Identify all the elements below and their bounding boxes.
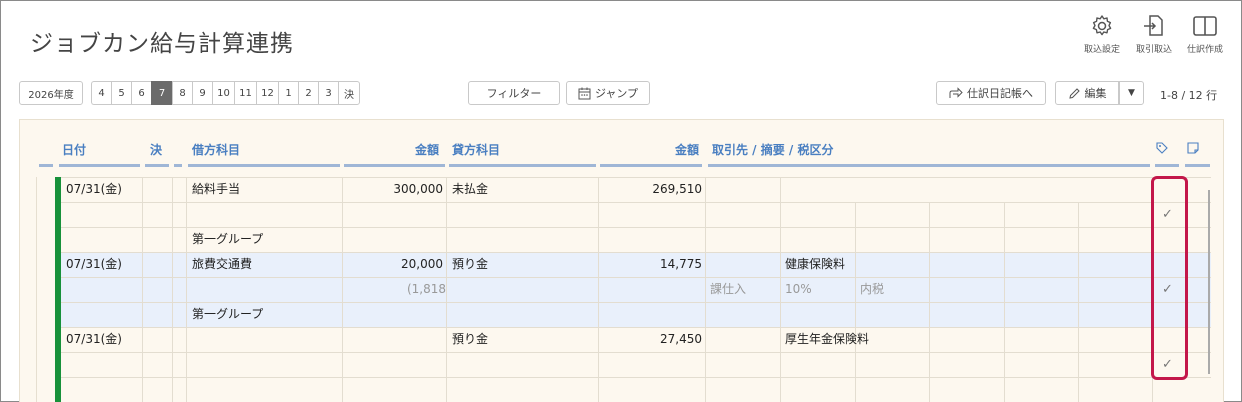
page-title: ジョブカン給与計算連携 (30, 31, 294, 57)
grid-line (61, 277, 1211, 278)
month-tab-2[interactable]: 2 (298, 81, 318, 105)
grid-line (61, 377, 1211, 378)
import-settings-label: 取込設定 (1083, 45, 1120, 55)
credit-account[interactable]: 預り金 (452, 327, 488, 352)
grid-line (446, 177, 447, 402)
credit-amount[interactable]: 27,450 (598, 327, 702, 352)
tax-inclusion[interactable]: 内税 (860, 277, 884, 302)
calendar-icon (578, 87, 591, 99)
highlight-box (1151, 176, 1188, 380)
journal-book-label: 仕訳日記帳へ (967, 87, 1033, 100)
fiscal-year-button[interactable]: 2026年度 (19, 81, 83, 105)
columns-icon (1193, 16, 1217, 36)
col-header-credit-amount: 金額 (675, 143, 700, 157)
journal-book-button[interactable]: 仕訳日記帳へ (936, 81, 1046, 105)
credit-amount[interactable]: 14,775 (598, 252, 702, 277)
table-row (61, 277, 1211, 302)
grid-line (61, 352, 1211, 353)
grid-line (172, 177, 173, 402)
filter-button[interactable]: フィルター (468, 81, 560, 105)
group-label[interactable]: 第一グループ (192, 227, 263, 252)
transaction-import-button[interactable]: 取引取込 (1130, 14, 1178, 55)
tax-rate[interactable]: 10% (785, 277, 812, 302)
debit-account[interactable]: 旅費交通費 (192, 252, 252, 277)
entry-description[interactable]: 健康保険料 (785, 252, 845, 277)
edit-dropdown-button[interactable]: ▼ (1119, 81, 1144, 105)
header-underline (1185, 164, 1210, 167)
col-header-date: 日付 (62, 143, 87, 157)
header-underline (174, 164, 182, 167)
month-tab-10[interactable]: 10 (212, 81, 234, 105)
grid-line (61, 202, 1211, 203)
month-selector: 2026年度 4 5 6 7 8 9 10 11 12 1 2 3 決 (19, 81, 360, 105)
month-tab-7[interactable]: 7 (151, 81, 172, 105)
grid-line (780, 177, 781, 402)
entry-date[interactable]: 07/31(金) (66, 252, 122, 277)
memo-icon[interactable] (1186, 141, 1200, 155)
credit-amount[interactable]: 269,510 (598, 177, 702, 202)
month-tab-9[interactable]: 9 (192, 81, 212, 105)
transaction-import-label: 取引取込 (1135, 45, 1172, 55)
header-underline (188, 164, 340, 167)
entry-indicator (55, 177, 61, 402)
row-count: 1-8 / 12 行 (1160, 89, 1218, 102)
edit-button[interactable]: 編集 (1055, 81, 1119, 105)
month-tab-settlement[interactable]: 決 (338, 81, 360, 105)
create-journal-label: 仕訳作成 (1186, 45, 1223, 55)
col-header-settle: 決 (150, 143, 163, 157)
month-tab-5[interactable]: 5 (111, 81, 131, 105)
grid-line (705, 177, 706, 402)
header-underline (708, 164, 1150, 167)
create-journal-button[interactable]: 仕訳作成 (1181, 14, 1229, 55)
header-underline (344, 164, 445, 167)
header-underline (1155, 164, 1179, 167)
credit-account[interactable]: 預り金 (452, 252, 488, 277)
debit-amount[interactable]: 300,000 (342, 177, 443, 202)
edit-label: 編集 (1084, 87, 1107, 100)
scrollbar[interactable] (1208, 190, 1210, 374)
gear-icon (1092, 15, 1112, 36)
month-tab-3[interactable]: 3 (318, 81, 338, 105)
import-settings-button[interactable]: 取込設定 (1078, 14, 1126, 55)
tag-icon[interactable] (1155, 141, 1169, 155)
month-tab-6[interactable]: 6 (131, 81, 151, 105)
month-tab-1[interactable]: 1 (278, 81, 298, 105)
col-header-debit-account: 借方科目 (192, 143, 241, 157)
month-tab-11[interactable]: 11 (234, 81, 256, 105)
month-tab-8[interactable]: 8 (172, 81, 192, 105)
credit-account[interactable]: 未払金 (452, 177, 488, 202)
group-label[interactable]: 第一グループ (192, 302, 263, 327)
entry-date[interactable]: 07/31(金) (66, 327, 122, 352)
header-underline (59, 164, 140, 167)
grid-line (598, 177, 599, 402)
debit-amount[interactable]: 20,000 (342, 252, 443, 277)
tax-amount: (1,818 (406, 282, 446, 296)
grid-line (142, 177, 143, 402)
header-underline (39, 164, 53, 167)
grid-line (36, 177, 37, 402)
header-underline (600, 164, 702, 167)
col-header-debit-amount: 金額 (415, 143, 440, 157)
entry-date[interactable]: 07/31(金) (66, 177, 122, 202)
month-tab-12[interactable]: 12 (256, 81, 278, 105)
jump-button[interactable]: ジャンプ (566, 81, 650, 105)
col-header-partner: 取引先 / 摘要 / 税区分 (712, 143, 834, 157)
entry-description[interactable]: 厚生年金保険料 (785, 327, 869, 352)
grid-line (186, 177, 187, 402)
col-header-credit-account: 貸方科目 (452, 143, 501, 157)
header-underline (449, 164, 596, 167)
debit-account[interactable]: 給料手当 (192, 177, 240, 202)
filter-label: フィルター (486, 87, 542, 100)
tax-type[interactable]: 課仕入 (710, 277, 746, 302)
header-underline (145, 164, 169, 167)
pencil-icon (1068, 87, 1080, 99)
chevron-down-icon: ▼ (1128, 88, 1135, 98)
share-arrow-icon (949, 87, 963, 98)
jump-label: ジャンプ (594, 87, 639, 100)
import-file-icon (1144, 15, 1163, 36)
month-tab-4[interactable]: 4 (91, 81, 111, 105)
